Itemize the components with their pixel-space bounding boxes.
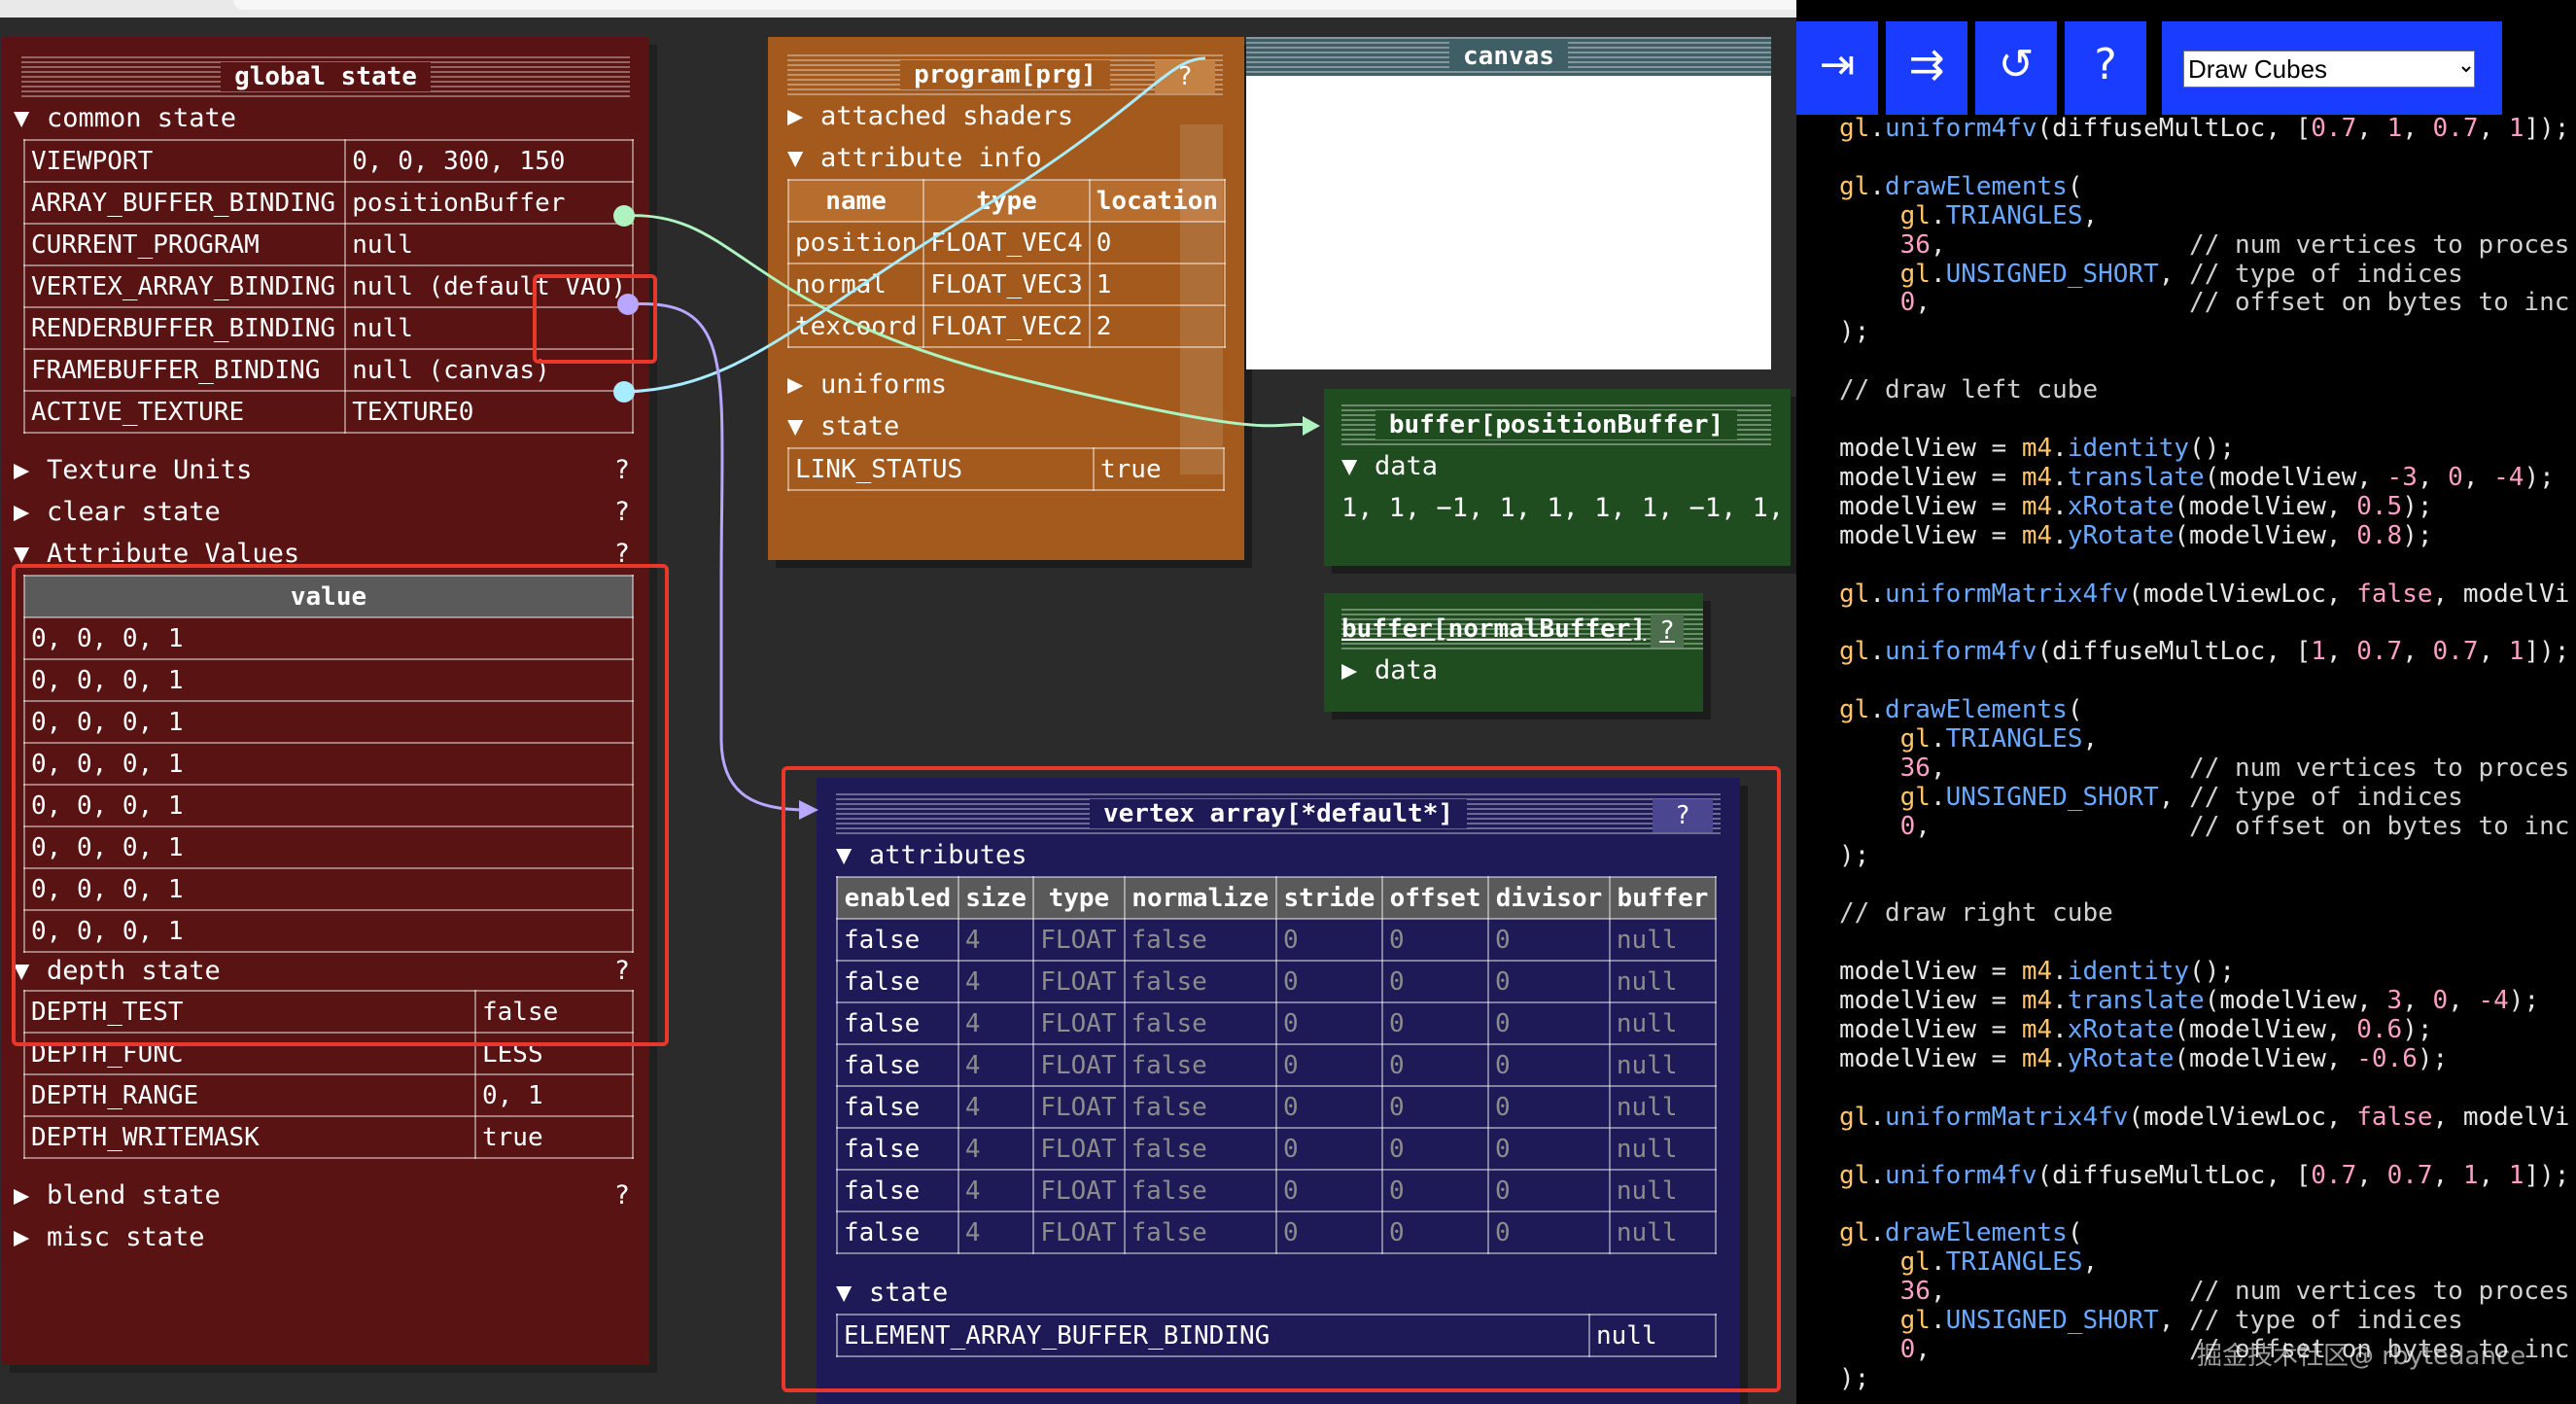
connector-dot [613, 205, 635, 227]
array-buffer-connector [623, 214, 1318, 428]
connector-dot [613, 381, 635, 403]
attribute-values-highlight-box [12, 564, 669, 1046]
vertex-array-highlight-box [782, 766, 1781, 1392]
arrowhead-icon [1303, 416, 1320, 436]
vao-highlight-box [533, 274, 657, 364]
